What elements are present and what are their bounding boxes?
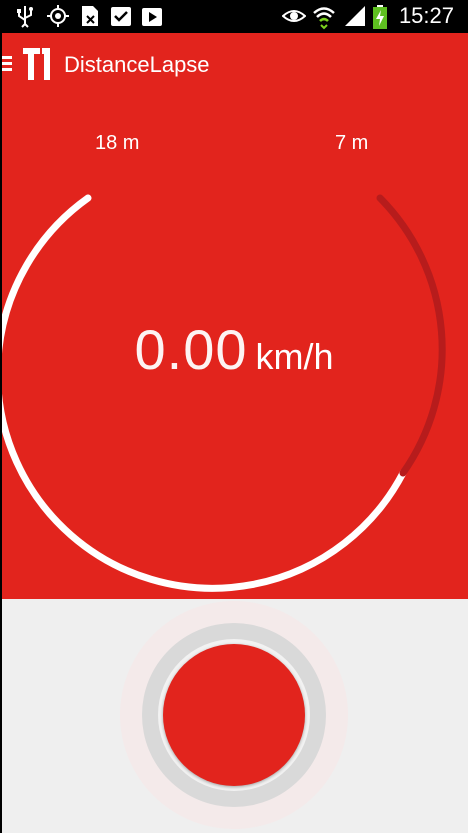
record-button[interactable]	[163, 644, 305, 786]
play-store-icon	[142, 8, 162, 26]
eye-icon	[282, 10, 306, 22]
status-bar: 15:27	[0, 0, 468, 33]
screen-edge	[0, 0, 2, 833]
app-title: DistanceLapse	[64, 52, 210, 77]
app-bar: DistanceLapse	[0, 33, 468, 97]
battery-charging-icon	[373, 5, 387, 29]
gps-icon	[47, 5, 69, 27]
wifi-icon	[313, 7, 335, 30]
usb-icon	[17, 6, 33, 28]
gauge-arc-primary	[0, 194, 407, 592]
speed-value: 0.00	[134, 318, 248, 381]
speed-unit: km/h	[255, 336, 334, 377]
speed-gauge-panel: 18 m 7 m 0.00 km/h	[0, 97, 468, 599]
sim-icon	[82, 6, 98, 26]
checkbox-icon	[111, 7, 131, 26]
signal-icon	[345, 6, 365, 26]
control-area	[0, 599, 468, 833]
status-time: 15:27	[398, 3, 454, 28]
app-logo-icon[interactable]	[22, 47, 52, 81]
speed-readout: 0.00 km/h	[0, 317, 468, 382]
